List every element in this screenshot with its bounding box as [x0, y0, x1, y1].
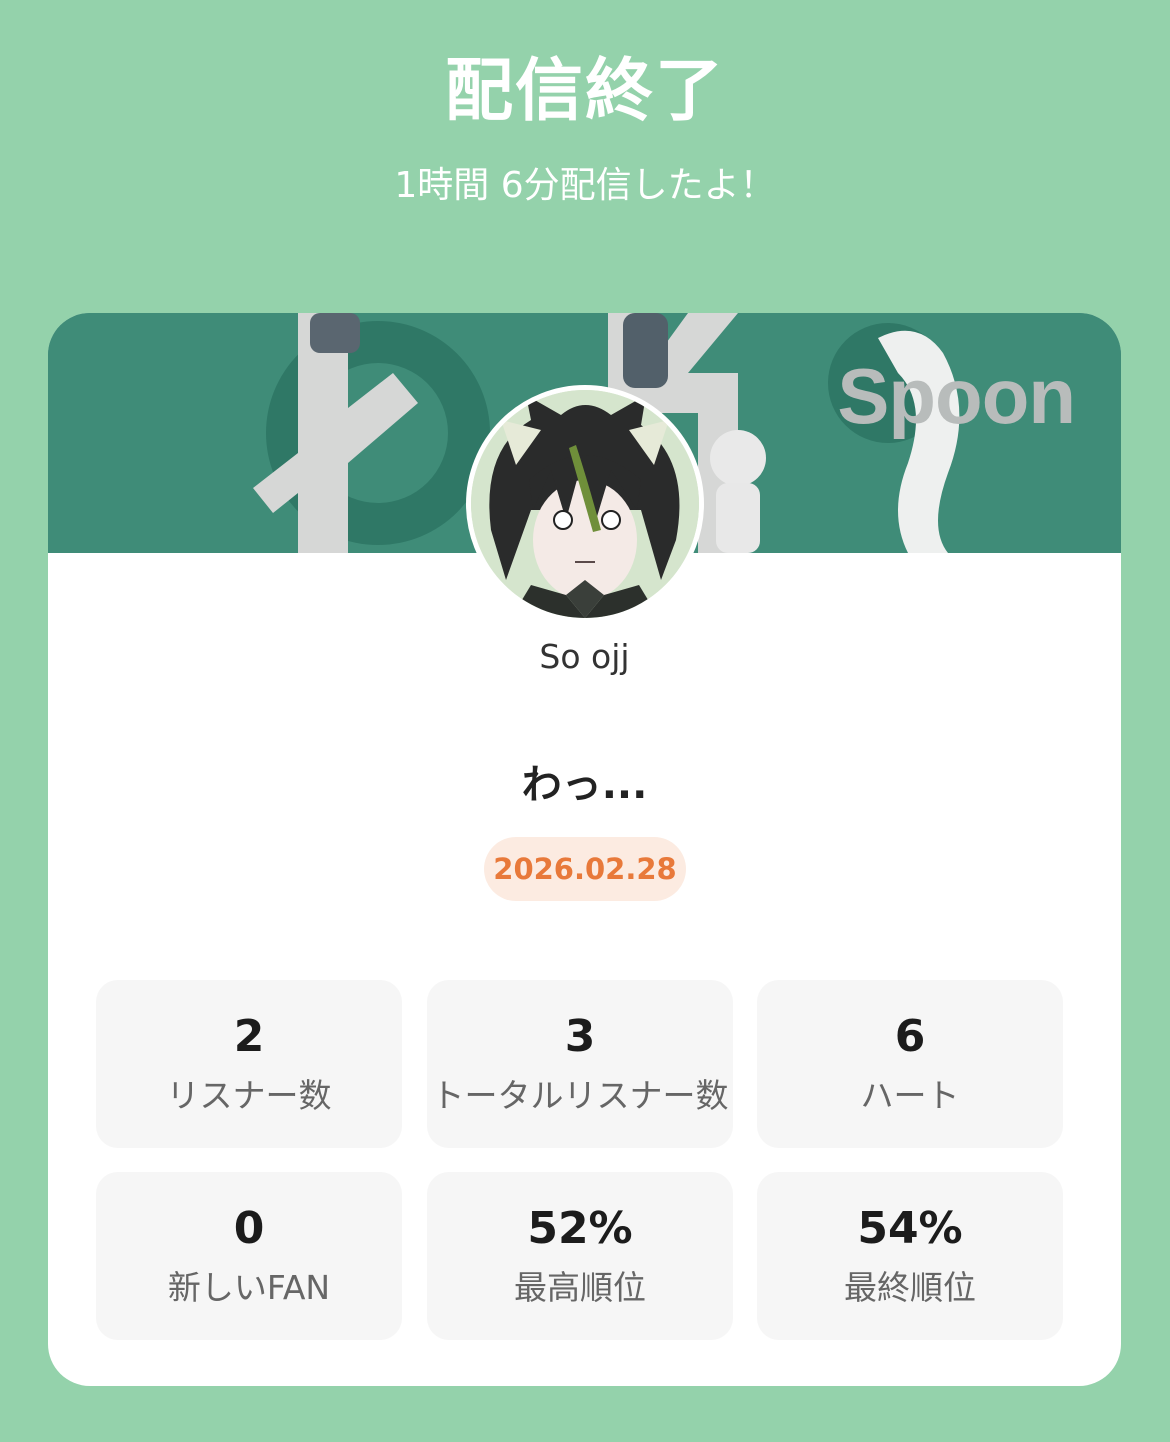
- stat-value: 3: [564, 1011, 596, 1062]
- stat-new-fans: 0 新しいFAN: [96, 1172, 402, 1340]
- stat-label: リスナー数: [166, 1076, 332, 1115]
- stat-value: 54%: [857, 1203, 963, 1254]
- stat-highest-rank: 52% 最高順位: [427, 1172, 733, 1340]
- stream-title: わっ...: [521, 762, 648, 808]
- stat-value: 0: [233, 1203, 265, 1254]
- stat-hearts: 6 ハート: [757, 980, 1063, 1148]
- stat-label: 最高順位: [514, 1268, 646, 1307]
- stat-value: 6: [894, 1011, 926, 1062]
- username: So ojj: [539, 637, 630, 676]
- avatar-image: [471, 390, 699, 618]
- stat-label: トータルリスナー数: [431, 1076, 729, 1115]
- stat-listeners: 2 リスナー数: [96, 980, 402, 1148]
- stream-summary-card: Spoon So ojj わっ... 2026.02.28 2 リスナー数 3 …: [48, 313, 1121, 1386]
- stat-value: 52%: [527, 1203, 633, 1254]
- stat-final-rank: 54% 最終順位: [757, 1172, 1063, 1340]
- stat-label: 新しいFAN: [167, 1268, 331, 1307]
- stream-ended-screen: 配信終了 1時間 6分配信したよ！ Spoon So ojj わっ... 202…: [0, 0, 1170, 1442]
- date-badge: 2026.02.28: [484, 837, 686, 901]
- stat-value: 2: [233, 1011, 265, 1062]
- stat-label: 最終順位: [844, 1268, 976, 1307]
- stat-total-listeners: 3 トータルリスナー数: [427, 980, 733, 1148]
- brand-logo: Spoon: [837, 352, 1076, 440]
- stat-label: ハート: [860, 1076, 960, 1115]
- avatar[interactable]: [466, 385, 704, 623]
- page-title: 配信終了: [444, 52, 725, 131]
- stream-duration-text: 1時間 6分配信したよ！: [394, 165, 776, 206]
